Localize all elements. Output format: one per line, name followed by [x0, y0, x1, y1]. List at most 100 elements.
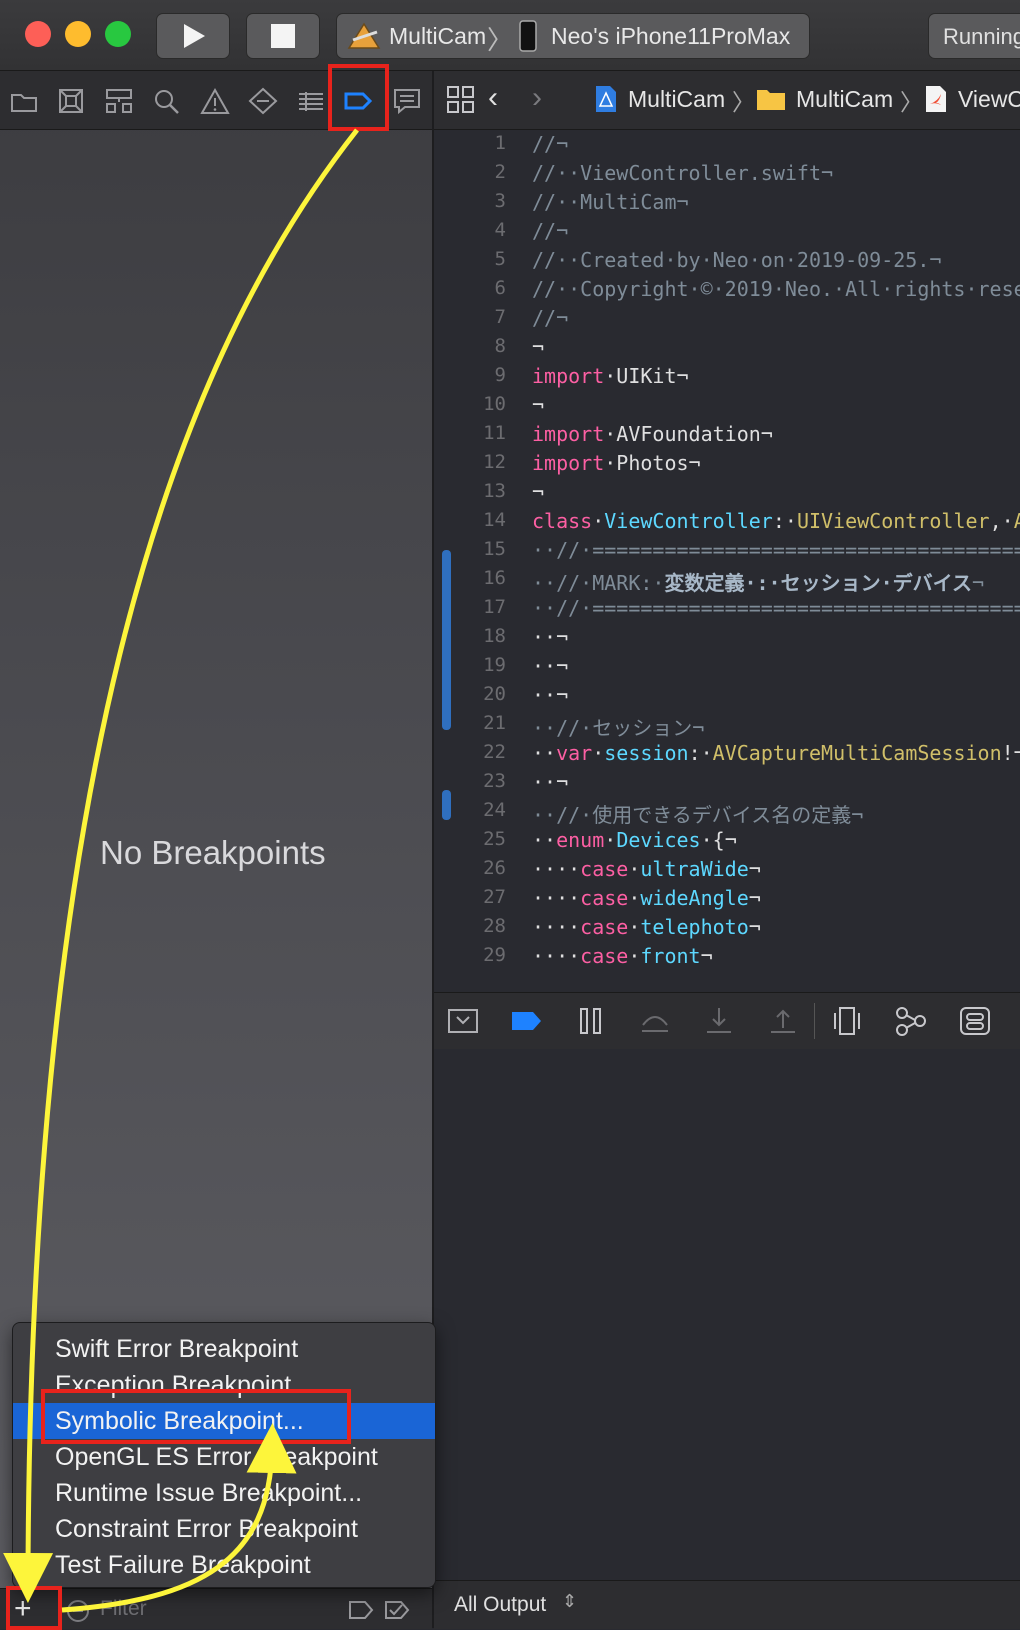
line-number: 22 — [483, 741, 506, 763]
line-number: 27 — [483, 886, 506, 908]
code-line: ··¬ — [532, 770, 569, 794]
highlight-box-symbolic-breakpoint — [41, 1389, 351, 1444]
highlight-box-breakpoint-navigator — [328, 64, 389, 131]
code-line: ¬ — [532, 393, 545, 417]
filter-input[interactable]: Filter — [100, 1597, 147, 1621]
back-arrow-icon[interactable]: ‹ — [488, 81, 498, 115]
device-name: Neo's iPhone11ProMax — [551, 23, 791, 49]
code-line: ··//·使用できるデバイス名の定義¬ — [532, 803, 864, 827]
code-line: ····case·telephoto¬ — [532, 915, 761, 939]
swift-file-icon — [926, 86, 946, 112]
line-number: 15 — [483, 538, 506, 560]
scheme-name: MultiCam — [389, 23, 487, 49]
breadcrumb-folder[interactable]: MultiCam — [796, 86, 893, 113]
line-number: 9 — [494, 364, 506, 386]
symbol-navigator-icon[interactable] — [104, 87, 134, 115]
menu-item-swift-error[interactable]: Swift Error Breakpoint — [13, 1331, 435, 1367]
line-number: 18 — [483, 625, 506, 647]
jump-bar: ‹ › MultiCam 〉 MultiCam 〉 ViewC — [434, 71, 1020, 130]
code-line: ··//·MARK:·変数定義·:·セッション·デバイス¬ — [532, 571, 985, 595]
menu-item-runtime-issue[interactable]: Runtime Issue Breakpoint... — [13, 1475, 435, 1511]
status-text: Running — [943, 24, 1020, 49]
menu-item-opengl-es-error[interactable]: OpenGL ES Error Breakpoint — [13, 1439, 435, 1475]
xcode-app-icon — [347, 22, 381, 49]
toolbar-divider — [814, 1003, 815, 1039]
code-line: ··//·セッション¬ — [532, 716, 705, 740]
source-control-icon[interactable] — [56, 87, 86, 115]
report-navigator-icon[interactable] — [392, 87, 422, 115]
filter-icon — [67, 1600, 89, 1622]
code-line: ····case·front¬ — [532, 944, 713, 968]
folder-icon[interactable] — [9, 87, 39, 115]
line-number: 8 — [494, 335, 506, 357]
enabled-breakpoints-filter-icon[interactable] — [384, 1599, 414, 1621]
code-line: ··¬ — [532, 625, 569, 649]
code-line: ··var·session:·AVCaptureMultiCamSession!… — [532, 741, 1020, 765]
code-line: class·ViewController:·UIViewController,·… — [532, 509, 1020, 533]
line-number: 24 — [483, 799, 506, 821]
line-number: 20 — [483, 683, 506, 705]
code-line: ····case·wideAngle¬ — [532, 886, 761, 910]
code-line: ··//·===================================… — [532, 596, 1020, 620]
code-line: //¬ — [532, 306, 569, 330]
breadcrumb-project[interactable]: MultiCam — [628, 86, 725, 113]
line-number: 6 — [494, 277, 506, 299]
output-selector[interactable]: All Output — [454, 1593, 546, 1617]
environment-overrides-icon[interactable] — [958, 1005, 992, 1037]
minimize-window-button[interactable] — [65, 21, 91, 47]
step-into-icon[interactable] — [702, 1005, 736, 1037]
code-line: //··ViewController.swift¬ — [532, 161, 834, 185]
line-number: 13 — [483, 480, 506, 502]
warning-icon[interactable] — [200, 87, 230, 115]
chevron-right-icon: 〉 — [487, 25, 514, 55]
line-number: 17 — [483, 596, 506, 618]
code-line: ··¬ — [532, 683, 569, 707]
stop-button[interactable] — [246, 13, 320, 59]
breadcrumb-file[interactable]: ViewC — [958, 86, 1020, 113]
step-over-icon[interactable] — [638, 1005, 672, 1037]
line-number: 12 — [483, 451, 506, 473]
chevron-updown-icon[interactable]: ⇕ — [562, 1591, 577, 1612]
pause-icon[interactable] — [574, 1005, 608, 1037]
activity-status: Running — [928, 13, 1020, 59]
line-number: 14 — [483, 509, 506, 531]
debug-navigator-icon[interactable] — [296, 87, 326, 115]
project-file-icon — [596, 86, 616, 112]
add-breakpoint-menu: Swift Error Breakpoint Exception Breakpo… — [12, 1322, 436, 1588]
line-number: 26 — [483, 857, 506, 879]
highlight-box-add-button — [6, 1586, 62, 1630]
code-line: //··Copyright·©·2019·Neo.·All·rights·res… — [532, 277, 1020, 301]
search-icon[interactable] — [152, 87, 182, 115]
related-items-icon[interactable] — [446, 85, 476, 115]
debug-bar — [434, 992, 1020, 1050]
navigator-filter-bar: + Filter — [0, 1588, 432, 1629]
code-line: ··enum·Devices·{¬ — [532, 828, 737, 852]
line-number: 23 — [483, 770, 506, 792]
code-line: import·AVFoundation¬ — [532, 422, 773, 446]
line-number: 1 — [494, 132, 506, 154]
zoom-window-button[interactable] — [105, 21, 131, 47]
code-line: import·Photos¬ — [532, 451, 701, 475]
menu-item-constraint-error[interactable]: Constraint Error Breakpoint — [13, 1511, 435, 1547]
view-debugger-icon[interactable] — [830, 1005, 864, 1037]
code-line: ¬ — [532, 480, 545, 504]
close-window-button[interactable] — [25, 21, 51, 47]
test-navigator-icon[interactable] — [248, 87, 278, 115]
forward-arrow-icon[interactable]: › — [532, 81, 542, 115]
source-editor[interactable]: 1 //¬ 2 //··ViewController.swift¬ 3 //··Multi… — [434, 130, 1020, 990]
line-number: 25 — [483, 828, 506, 850]
iphone-icon — [519, 20, 537, 52]
line-number: 29 — [483, 944, 506, 966]
breakpoint-filter-icon[interactable] — [348, 1599, 376, 1621]
menu-item-test-failure[interactable]: Test Failure Breakpoint — [13, 1547, 435, 1583]
hide-debug-area-icon[interactable] — [446, 1005, 480, 1037]
chevron-right-icon: 〉 — [732, 89, 755, 115]
line-number: 4 — [494, 219, 506, 241]
scheme-selector[interactable]: MultiCam 〉 Neo's iPhone11ProMax — [336, 13, 810, 59]
breakpoints-toggle-icon[interactable] — [510, 1005, 544, 1037]
memory-graph-icon[interactable] — [894, 1005, 928, 1037]
console-area[interactable] — [434, 1049, 1020, 1579]
empty-state-label: No Breakpoints — [100, 834, 326, 871]
run-button[interactable] — [156, 13, 230, 59]
step-out-icon[interactable] — [766, 1005, 800, 1037]
